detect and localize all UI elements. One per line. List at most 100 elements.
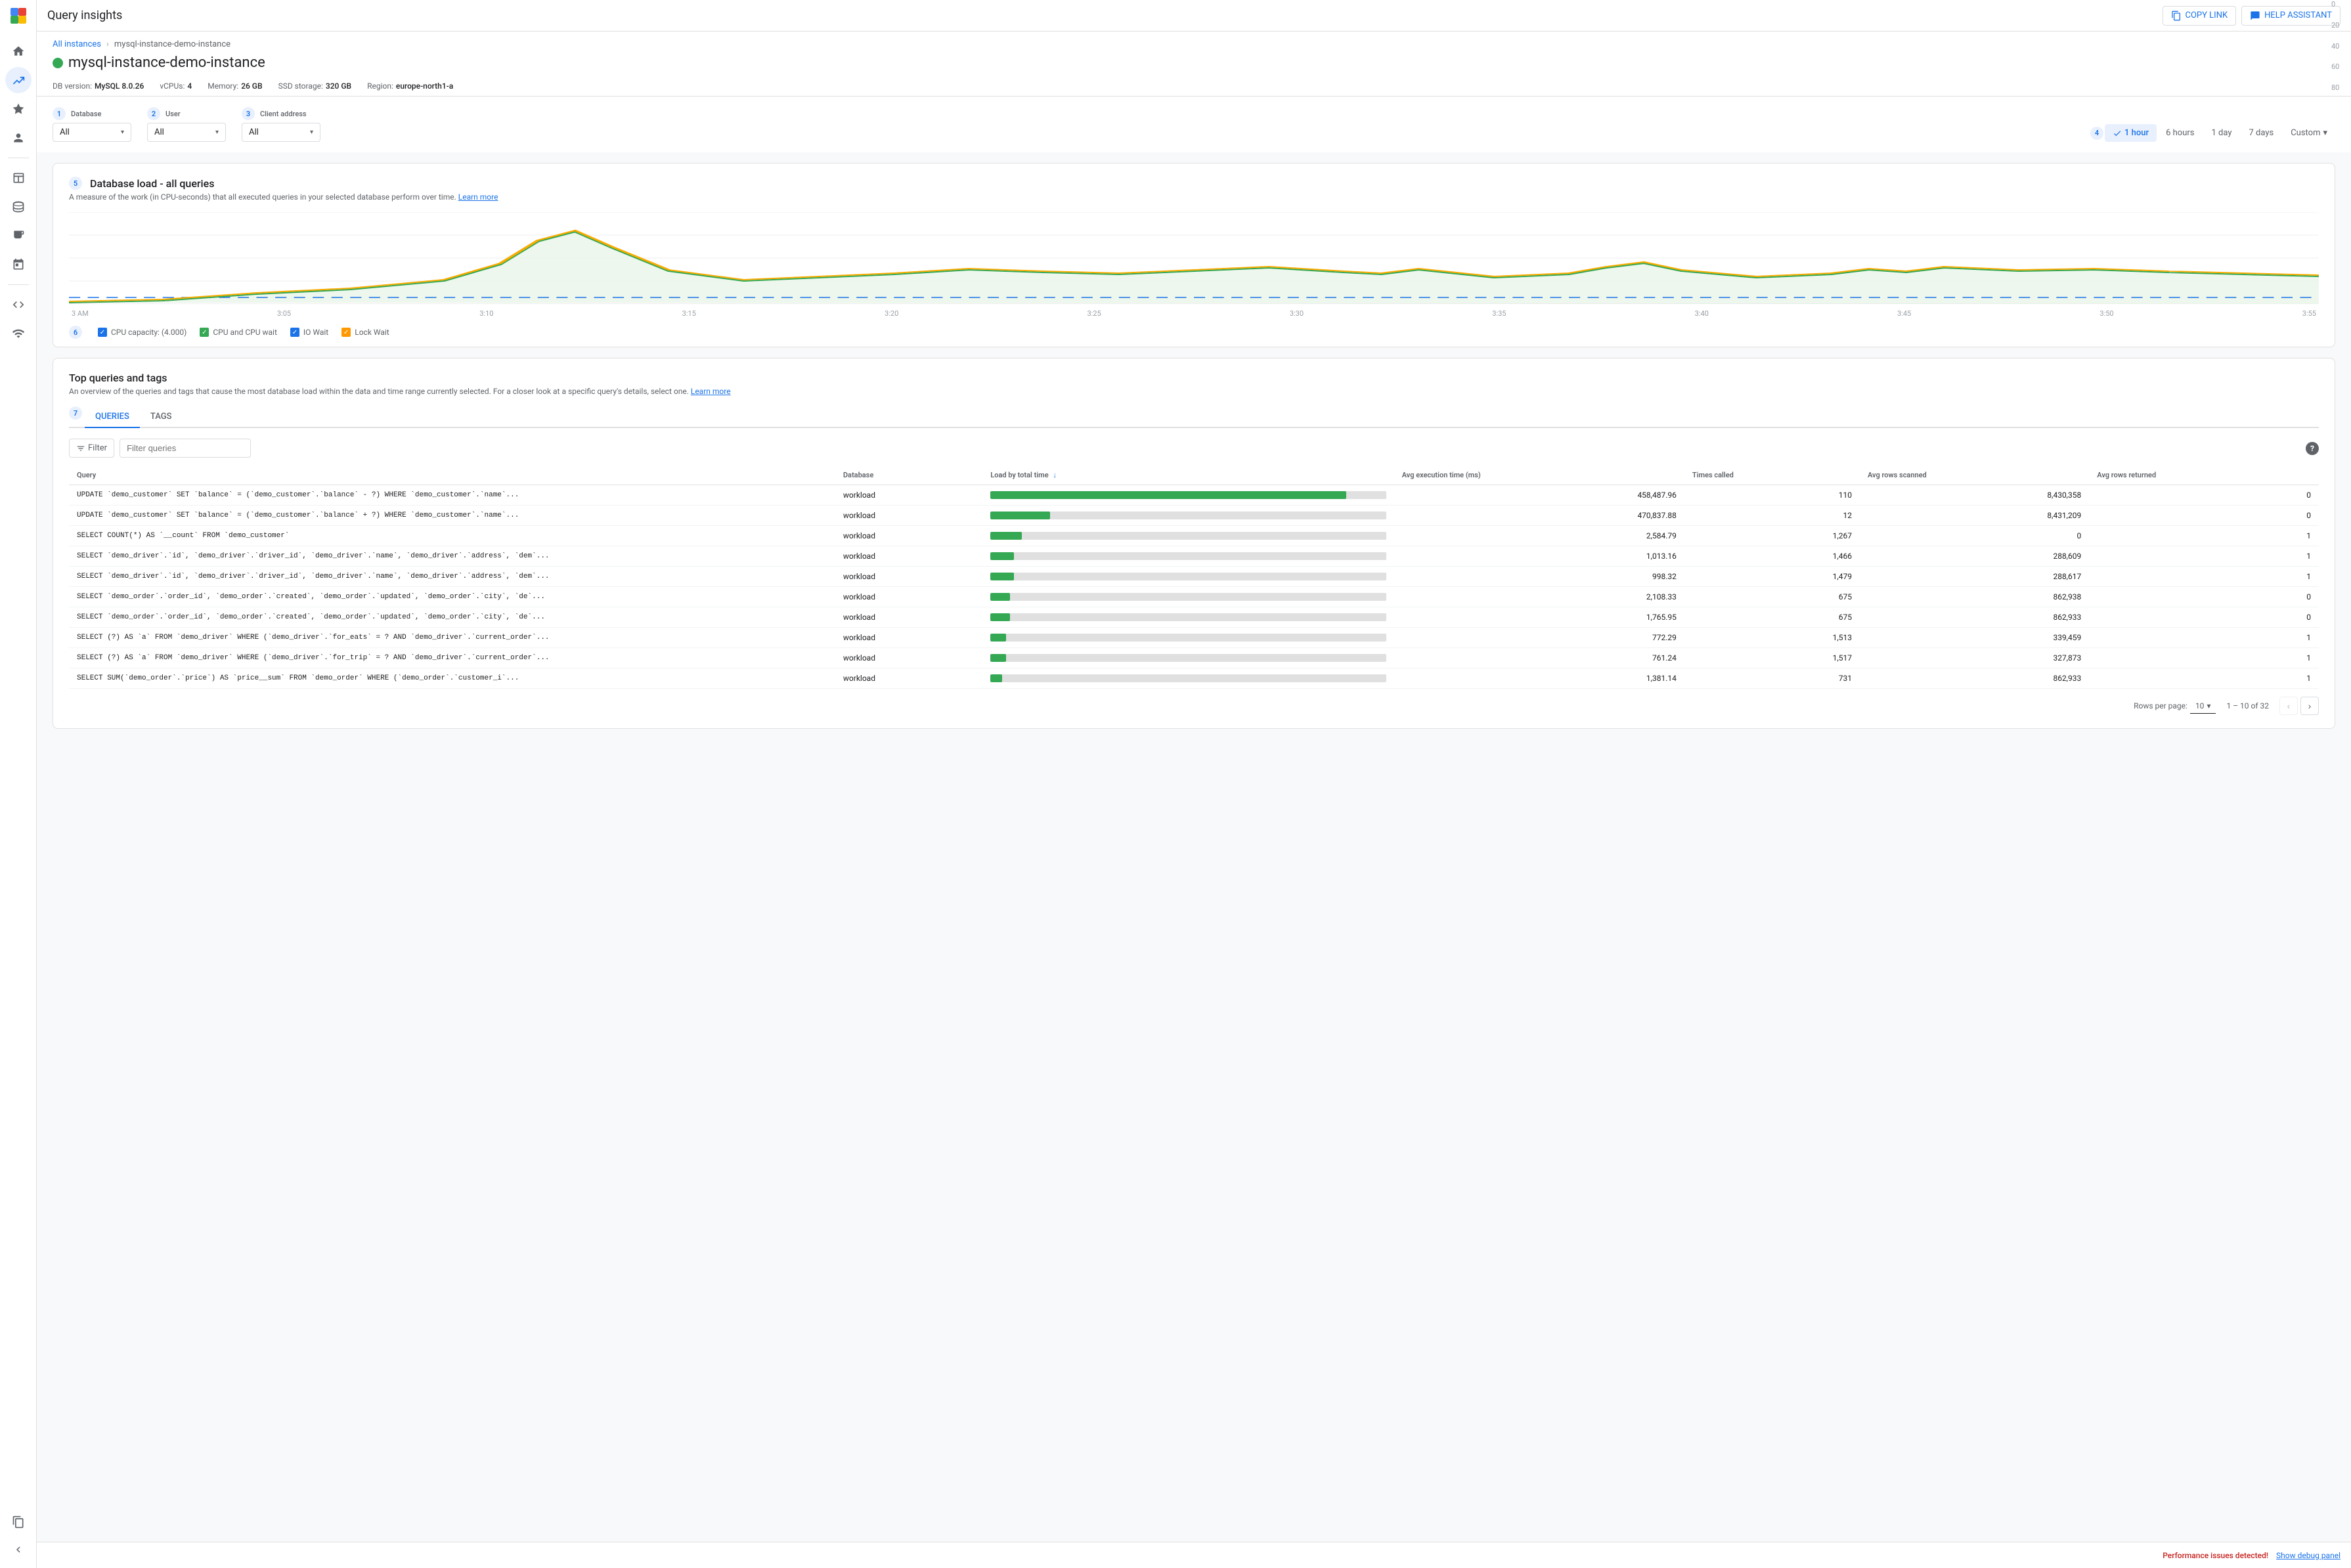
- breadcrumb: All instances › mysql-instance-demo-inst…: [53, 39, 2335, 49]
- table-row[interactable]: SELECT SUM(`demo_order`.`price`) AS `pri…: [69, 668, 2319, 689]
- cell-times-called: 731: [1684, 668, 1860, 689]
- content-area: All instances › mysql-instance-demo-inst…: [37, 32, 2351, 1542]
- breadcrumb-all-instances[interactable]: All instances: [53, 39, 101, 49]
- legend-lock-wait[interactable]: ✓ Lock Wait: [341, 328, 389, 337]
- cell-avg-rows-scanned: 339,459: [1860, 628, 2089, 648]
- queries-learn-more-link[interactable]: Learn more: [691, 387, 731, 396]
- table-row[interactable]: UPDATE `demo_customer` SET `balance` = (…: [69, 506, 2319, 526]
- user-select[interactable]: All ▾: [147, 123, 226, 142]
- cell-load: [982, 506, 1394, 526]
- instance-header: All instances › mysql-instance-demo-inst…: [37, 32, 2351, 97]
- time-7d-label: 7 days: [2249, 128, 2274, 138]
- table-row[interactable]: UPDATE `demo_customer` SET `balance` = (…: [69, 485, 2319, 506]
- time-6h-button[interactable]: 6 hours: [2158, 124, 2202, 142]
- cell-avg-exec: 1,381.14: [1394, 668, 1684, 689]
- help-assistant-button[interactable]: HELP ASSISTANT: [2241, 6, 2340, 26]
- pagination-prev-button[interactable]: ‹: [2279, 697, 2298, 715]
- cell-times-called: 1,479: [1684, 567, 1860, 587]
- show-debug-panel-link[interactable]: Show debug panel: [2276, 1551, 2340, 1560]
- sidebar-item-storage[interactable]: [5, 194, 32, 220]
- queries-section-title: Top queries and tags: [69, 372, 2319, 384]
- x-label-330: 3:30: [1290, 309, 1304, 318]
- table-row[interactable]: SELECT COUNT(*) AS `__count` FROM `demo_…: [69, 526, 2319, 546]
- cell-avg-rows-returned: 1: [2089, 668, 2319, 689]
- user-filter-label: User: [165, 110, 181, 118]
- sidebar-item-migrate[interactable]: [5, 96, 32, 122]
- tab-queries[interactable]: QUERIES: [85, 406, 140, 428]
- filter-button[interactable]: Filter: [69, 439, 114, 458]
- sidebar-item-tables[interactable]: [5, 165, 32, 191]
- sidebar-item-logs[interactable]: [5, 223, 32, 249]
- client-address-select[interactable]: All ▾: [242, 123, 320, 142]
- chart-section-title: 5 Database load - all queries: [69, 177, 2319, 190]
- table-row[interactable]: SELECT (?) AS `a` FROM `demo_driver` WHE…: [69, 628, 2319, 648]
- help-icon[interactable]: ?: [2306, 442, 2319, 455]
- database-filter-label: Database: [71, 110, 101, 118]
- sidebar-item-home[interactable]: [5, 38, 32, 64]
- memory: Memory: 26 GB: [208, 81, 262, 91]
- legend-cpu-capacity[interactable]: ✓ CPU capacity: (4.000): [98, 328, 187, 337]
- chart-legend: 6 ✓ CPU capacity: (4.000) ✓ CPU and CPU …: [69, 326, 2319, 339]
- cell-database: workload: [835, 485, 982, 506]
- user-filter-group: 2 User All ▾: [147, 107, 226, 142]
- y-label-80: 80: [2331, 83, 2348, 92]
- table-row[interactable]: SELECT `demo_driver`.`id`, `demo_driver`…: [69, 567, 2319, 587]
- legend-cpu-capacity-label: CPU capacity: (4.000): [111, 328, 187, 337]
- table-row[interactable]: SELECT `demo_order`.`order_id`, `demo_or…: [69, 607, 2319, 628]
- tab-tags[interactable]: TAGS: [140, 406, 183, 428]
- pagination-info: 1 – 10 of 32: [2226, 701, 2269, 710]
- rows-per-page-select[interactable]: 10 ▾: [2190, 699, 2216, 714]
- table-row[interactable]: SELECT `demo_order`.`order_id`, `demo_or…: [69, 587, 2319, 607]
- bottom-bar-right: Performance issues detected! Show debug …: [2163, 1551, 2340, 1560]
- cell-query: SELECT COUNT(*) AS `__count` FROM `demo_…: [69, 526, 835, 546]
- sidebar-divider-2: [8, 284, 29, 285]
- time-7d-button[interactable]: 7 days: [2241, 124, 2281, 142]
- sidebar-item-copy[interactable]: [5, 1509, 32, 1535]
- queries-table: Query Database Load by total time ↓ Avg …: [69, 466, 2319, 689]
- time-custom-button[interactable]: Custom ▾: [2283, 124, 2335, 142]
- sidebar-item-insights[interactable]: [5, 67, 32, 93]
- copy-link-button[interactable]: COPY LINK: [2163, 6, 2237, 26]
- time-1d-button[interactable]: 1 day: [2203, 124, 2239, 142]
- sidebar-item-monitor[interactable]: [5, 320, 32, 347]
- cell-load: [982, 628, 1394, 648]
- time-1h-button[interactable]: 1 hour: [2105, 124, 2157, 142]
- table-footer: Rows per page: 10 ▾ 1 – 10 of 32 ‹ ›: [69, 689, 2319, 715]
- client-address-filter-group: 3 Client address All ▾: [242, 107, 320, 142]
- chart-learn-more-link[interactable]: Learn more: [458, 192, 498, 202]
- table-row[interactable]: SELECT `demo_driver`.`id`, `demo_driver`…: [69, 546, 2319, 567]
- col-avg-rows-scanned: Avg rows scanned: [1860, 466, 2089, 485]
- x-label-310: 3:10: [479, 309, 493, 318]
- legend-io-wait[interactable]: ✓ IO Wait: [290, 328, 328, 337]
- col-database: Database: [835, 466, 982, 485]
- database-select[interactable]: All ▾: [53, 123, 131, 142]
- legend-cpu-wait[interactable]: ✓ CPU and CPU wait: [200, 328, 277, 337]
- table-row[interactable]: SELECT (?) AS `a` FROM `demo_driver` WHE…: [69, 648, 2319, 668]
- sidebar-item-users[interactable]: [5, 125, 32, 151]
- time-filter: 4 1 hour 6 hours 1 day 7 days: [2090, 124, 2335, 142]
- step5-badge: 5: [69, 177, 82, 190]
- col-query: Query: [69, 466, 835, 485]
- sidebar-item-sql[interactable]: [5, 292, 32, 318]
- instance-meta: DB version: MySQL 8.0.26 vCPUs: 4 Memory…: [53, 76, 2335, 96]
- cell-database: workload: [835, 628, 982, 648]
- sidebar-expand-btn[interactable]: [5, 1536, 32, 1563]
- performance-alert: Performance issues detected!: [2163, 1551, 2268, 1560]
- pagination-next-button[interactable]: ›: [2300, 697, 2319, 715]
- x-label-320: 3:20: [885, 309, 898, 318]
- col-avg-exec: Avg execution time (ms): [1394, 466, 1684, 485]
- cell-avg-rows-returned: 0: [2089, 506, 2319, 526]
- step7-badge: 7: [69, 406, 82, 420]
- cell-query: UPDATE `demo_customer` SET `balance` = (…: [69, 506, 835, 526]
- cell-avg-exec: 772.29: [1394, 628, 1684, 648]
- x-label-3am: 3 AM: [72, 309, 89, 318]
- col-load[interactable]: Load by total time ↓: [982, 466, 1394, 485]
- time-custom-chevron: ▾: [2323, 128, 2327, 138]
- x-label-350: 3:50: [2099, 309, 2113, 318]
- filter-queries-input[interactable]: [120, 439, 251, 458]
- sidebar-item-schedule[interactable]: [5, 251, 32, 278]
- cell-load: [982, 607, 1394, 628]
- y-label-40: 40: [2331, 42, 2348, 51]
- x-label-315: 3:15: [682, 309, 696, 318]
- ssd-storage: SSD storage: 320 GB: [278, 81, 352, 91]
